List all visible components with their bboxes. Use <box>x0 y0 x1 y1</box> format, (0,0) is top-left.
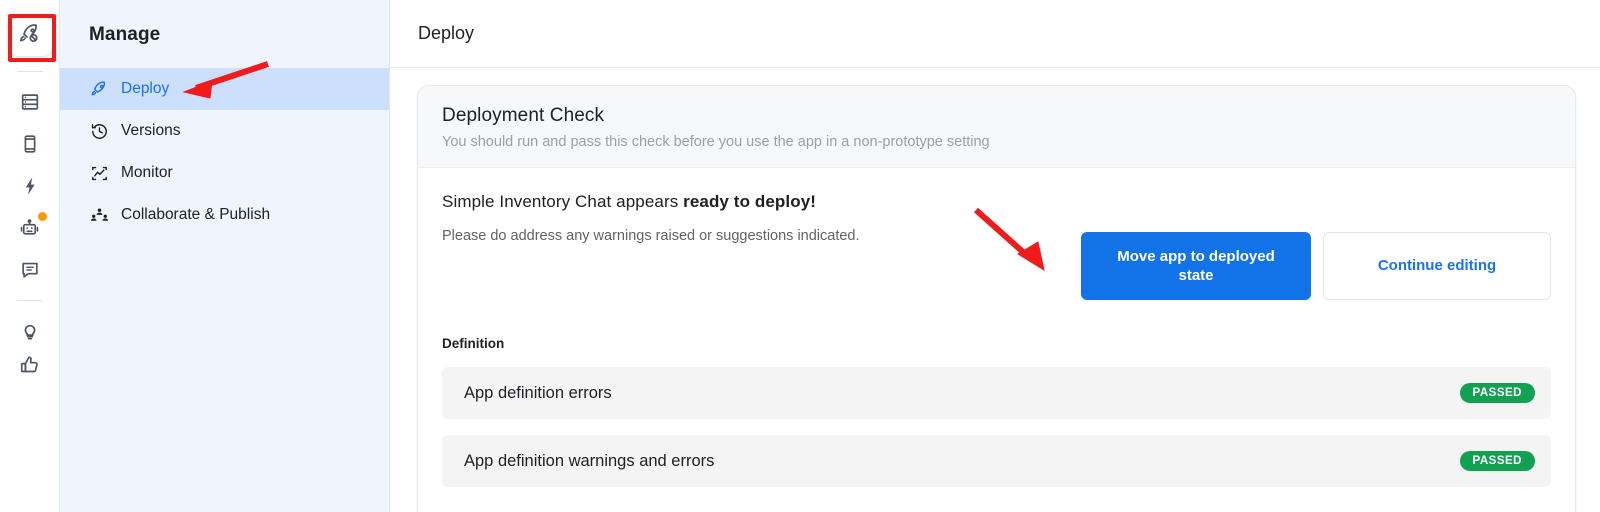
rocket-icon <box>17 21 43 47</box>
lightning-bolt-icon <box>17 173 43 199</box>
deployment-check-card: Deployment Check You should run and pass… <box>417 85 1576 512</box>
people-group-icon <box>89 205 109 225</box>
check-row: App definition warnings and errors PASSE… <box>442 435 1551 487</box>
rail-item-mobile-device[interactable] <box>0 123 60 165</box>
deploy-status-emphasis: ready to deploy! <box>683 192 817 211</box>
deploy-status-prefix: Simple Inventory Chat appears <box>442 192 684 211</box>
sidebar-item-label: Monitor <box>121 164 173 181</box>
icon-rail <box>0 0 60 512</box>
monitor-chart-icon <box>89 163 109 183</box>
rail-item-lightbulb[interactable] <box>0 310 60 352</box>
check-row-label: App definition warnings and errors <box>464 451 715 470</box>
main-content: Deploy Deployment Check You should run a… <box>390 0 1600 512</box>
rail-divider-1 <box>16 71 43 72</box>
action-button-row: Move app to deployed state Continue edit… <box>1081 232 1551 300</box>
rail-item-lightning[interactable] <box>0 165 60 207</box>
lightbulb-icon <box>17 318 43 344</box>
card-subtitle: You should run and pass this check befor… <box>442 134 990 150</box>
rocket-chip[interactable] <box>7 12 52 56</box>
rail-item-thumbs-up[interactable] <box>0 352 60 378</box>
card-body: Simple Inventory Chat appears ready to d… <box>418 168 1575 487</box>
page-title: Deploy <box>418 23 475 43</box>
move-app-to-deployed-state-button[interactable]: Move app to deployed state <box>1081 232 1311 300</box>
sidebar-item-collaborate-publish[interactable]: Collaborate & Publish <box>60 194 389 236</box>
card-header: Deployment Check You should run and pass… <box>418 86 1575 168</box>
rail-item-robot[interactable] <box>0 207 60 249</box>
sidebar-item-deploy[interactable]: Deploy <box>60 68 389 110</box>
status-badge: PASSED <box>1459 382 1535 404</box>
rail-divider-2 <box>16 300 43 301</box>
manage-sidebar: Manage Deploy Versions Monitor Collabora… <box>60 0 390 512</box>
thumbs-up-icon <box>17 352 43 378</box>
mobile-device-icon <box>17 131 43 157</box>
sidebar-item-monitor[interactable]: Monitor <box>60 152 389 194</box>
card-title: Deployment Check <box>442 105 605 126</box>
main-header: Deploy <box>390 0 1600 68</box>
status-badge: PASSED <box>1459 450 1535 472</box>
sidebar-item-versions[interactable]: Versions <box>60 110 389 152</box>
rail-item-chat[interactable] <box>0 249 60 291</box>
deploy-screen: Manage Deploy Versions Monitor Collabora… <box>0 0 1600 512</box>
rail-item-rocket[interactable] <box>0 6 60 62</box>
rail-item-database[interactable] <box>0 81 60 123</box>
check-row-label: App definition errors <box>464 383 612 402</box>
chat-bubble-icon <box>17 257 43 283</box>
check-row: App definition errors PASSED <box>442 367 1551 419</box>
database-icon <box>17 89 43 115</box>
rocket-icon <box>89 79 109 99</box>
history-icon <box>89 121 109 141</box>
deploy-status-line: Simple Inventory Chat appears ready to d… <box>442 192 1551 212</box>
definition-section-label: Definition <box>442 336 505 351</box>
sidebar-title: Manage <box>89 24 161 45</box>
sidebar-item-label: Versions <box>121 122 181 139</box>
notification-dot <box>37 212 47 221</box>
sidebar-item-label: Collaborate & Publish <box>121 206 271 223</box>
sidebar-nav-list: Deploy Versions Monitor Collaborate & Pu… <box>60 68 389 236</box>
continue-editing-button[interactable]: Continue editing <box>1323 232 1551 300</box>
sidebar-item-label: Deploy <box>121 80 170 97</box>
